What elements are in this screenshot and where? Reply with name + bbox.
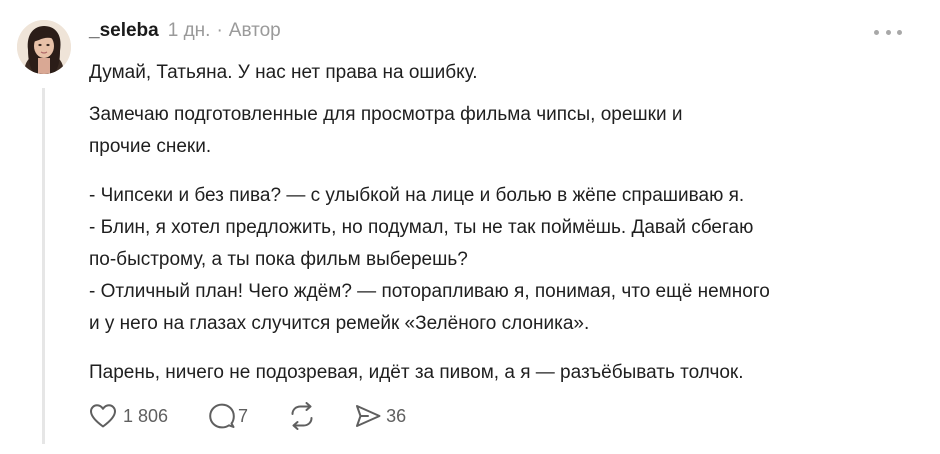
like-count: 1 806 [123,405,169,426]
comment-body: Думай, Татьяна. У нас нет права на ошибк… [89,57,929,389]
repost-button[interactable] [288,402,316,430]
share-count: 36 [386,405,407,426]
share-button[interactable]: 36 [354,403,406,429]
like-button[interactable]: 1 806 [89,403,168,429]
more-button[interactable] [874,22,902,42]
comment-line: Парень, ничего не подозревая, идёт за пи… [89,362,744,383]
avatar[interactable] [17,20,71,74]
comment-header: _seleba 1 дн. · Автор [89,20,281,46]
send-arrow-icon [356,405,381,427]
thread-line [42,88,45,444]
comment-line: Думай, Татьяна. У нас нет права на ошибк… [89,62,478,83]
comment-line: - Чипсеки и без пива? — с улыбкой на лиц… [89,185,745,206]
author-badge: Автор [228,20,281,41]
heart-icon [90,404,116,428]
reply-count: 7 [238,405,249,426]
comment-line: и у него на глазах случится ремейк «Зелё… [89,313,590,334]
username[interactable]: _seleba [89,20,159,42]
avatar-image [17,20,71,74]
action-bar: 1 806 7 36 [89,398,406,434]
speech-bubble-icon [209,403,235,429]
comment-line: прочие снеки. [89,136,212,157]
comment-line: по-быстрому, а ты пока фильм выберешь? [89,249,468,270]
more-dots-icon [874,29,879,35]
more-dot [897,29,902,35]
comment-line: - Отличный план! Чего ждём? — потораплив… [89,281,770,302]
timestamp[interactable]: 1 дн. [168,20,211,42]
comment: _seleba 1 дн. · Автор Думай, Татьяна. У … [0,0,940,454]
comment-line: - Блин, я хотел предложить, но подумал, … [89,217,754,238]
meta-separator: · [216,20,223,41]
comment-line: Замечаю подготовленные для просмотра фил… [89,104,683,125]
more-dot [885,29,891,35]
reply-button[interactable]: 7 [208,402,248,430]
repost-arrows-icon [291,402,313,430]
